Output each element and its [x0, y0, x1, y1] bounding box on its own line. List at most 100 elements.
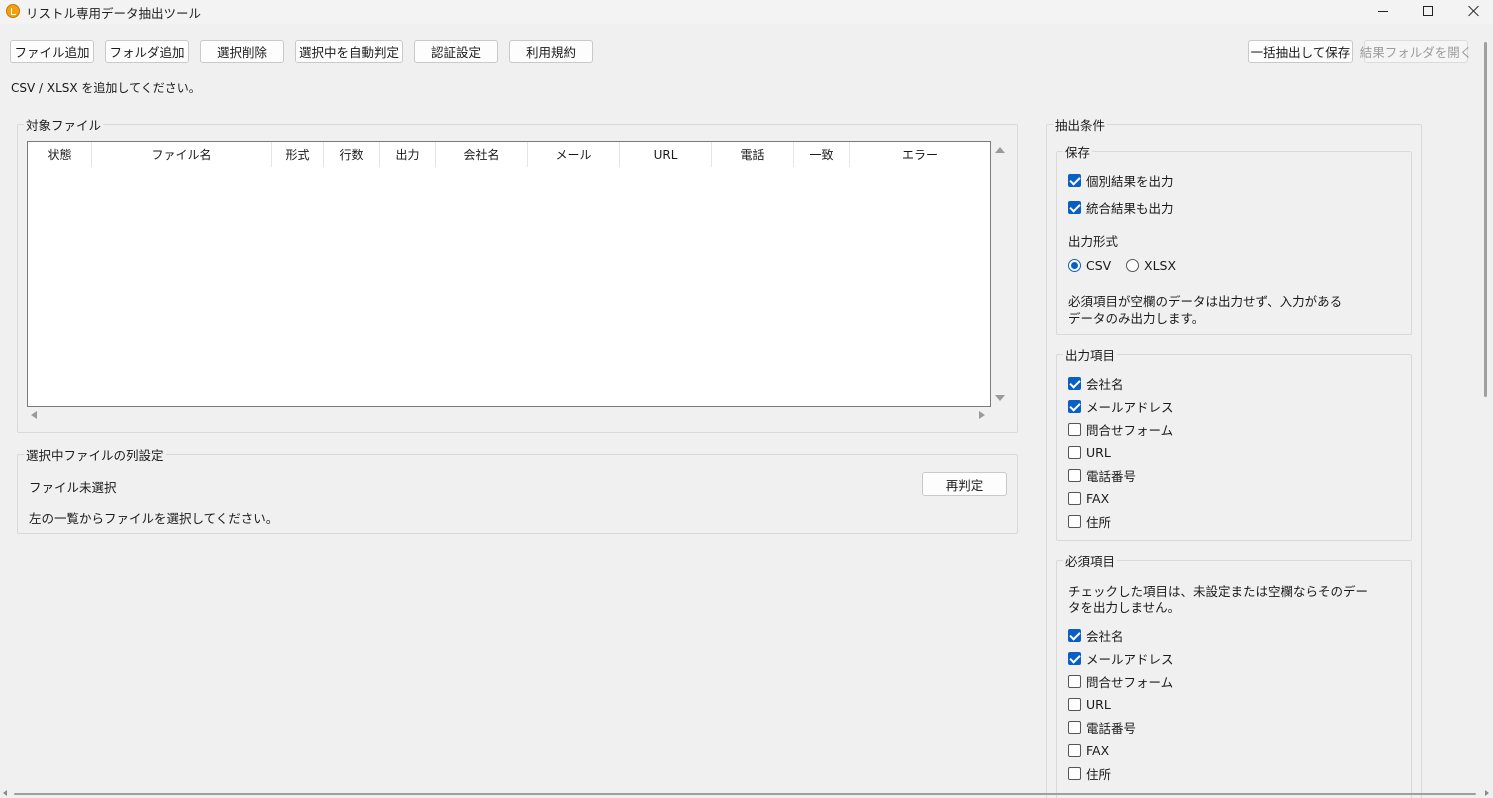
horizontal-scroll-thumb[interactable]: [14, 793, 1476, 795]
required-item-label: 問合せフォーム: [1086, 674, 1174, 690]
app-icon: [6, 4, 20, 18]
output-item-contact-form[interactable]: 問合せフォーム: [1068, 420, 1173, 438]
auto-detect-button[interactable]: 選択中を自動判定: [295, 40, 403, 63]
column-header-status[interactable]: 状態: [28, 142, 92, 167]
required-item-label: 電話番号: [1086, 720, 1137, 736]
scroll-up-icon[interactable]: [995, 147, 1005, 153]
column-settings-instruction: 左の一覧からファイルを選択してください。: [29, 511, 279, 526]
output-item-fax-checkbox[interactable]: [1068, 491, 1081, 505]
column-header-format[interactable]: 形式: [272, 142, 324, 167]
output-item-phone[interactable]: 電話番号: [1068, 466, 1136, 484]
required-item-phone-checkbox[interactable]: [1068, 720, 1081, 734]
output-format-label: 出力形式: [1068, 234, 1119, 249]
close-button[interactable]: [1451, 0, 1493, 22]
vertical-scroll-thumb[interactable]: [1484, 42, 1487, 397]
format-csv-radio[interactable]: [1068, 258, 1081, 272]
column-header-mail[interactable]: メール: [528, 142, 620, 167]
output-item-email[interactable]: メールアドレス: [1068, 397, 1174, 415]
scroll-right-icon[interactable]: [979, 411, 985, 419]
required-item-fax[interactable]: FAX: [1068, 741, 1109, 759]
required-item-url-checkbox[interactable]: [1068, 697, 1081, 711]
maximize-icon: [1423, 6, 1433, 16]
add-file-button[interactable]: ファイル追加: [10, 40, 94, 63]
rejudge-button[interactable]: 再判定: [922, 472, 1007, 496]
terms-button[interactable]: 利用規約: [509, 40, 593, 63]
minimize-icon: [1378, 10, 1388, 12]
column-header-match[interactable]: 一致: [794, 142, 850, 167]
output-item-phone-checkbox[interactable]: [1068, 468, 1081, 482]
add-folder-button[interactable]: フォルダ追加: [105, 40, 189, 63]
required-item-phone[interactable]: 電話番号: [1068, 718, 1136, 736]
target-files-legend: 対象ファイル: [26, 118, 102, 133]
open-result-folder-button[interactable]: 結果フォルダを開く: [1360, 40, 1472, 63]
output-item-fax[interactable]: FAX: [1068, 489, 1109, 507]
output-items-legend: 出力項目: [1065, 348, 1116, 363]
column-header-rows[interactable]: 行数: [324, 142, 380, 167]
format-xlsx-option[interactable]: XLSX: [1126, 256, 1176, 274]
format-csv-option[interactable]: CSV: [1068, 256, 1111, 274]
column-header-company[interactable]: 会社名: [436, 142, 528, 167]
scroll-down-icon[interactable]: [995, 395, 1005, 401]
required-item-contact-form[interactable]: 問合せフォーム: [1068, 672, 1173, 690]
file-table[interactable]: 状態 ファイル名 形式 行数 出力 会社名 メール URL 電話 一致 エラー: [27, 141, 991, 407]
individual-output-label: 個別結果を出力: [1086, 173, 1174, 189]
output-item-contact-form-checkbox[interactable]: [1068, 422, 1081, 436]
output-item-email-checkbox[interactable]: [1068, 399, 1081, 413]
required-item-email[interactable]: メールアドレス: [1068, 649, 1174, 667]
individual-output-checkbox[interactable]: [1068, 173, 1081, 187]
required-item-label: FAX: [1086, 742, 1110, 758]
format-csv-label: CSV: [1086, 257, 1112, 273]
required-item-email-checkbox[interactable]: [1068, 651, 1081, 665]
combined-output-checkbox[interactable]: [1068, 200, 1081, 214]
output-item-label: 会社名: [1086, 376, 1124, 392]
title-bar: リストル専用データ抽出ツール: [0, 0, 1493, 24]
combined-output-option[interactable]: 統合結果も出力: [1068, 198, 1174, 216]
maximize-button[interactable]: [1405, 0, 1451, 22]
file-selection-status: ファイル未選択: [29, 480, 117, 495]
column-header-phone[interactable]: 電話: [712, 142, 794, 167]
column-header-filename[interactable]: ファイル名: [92, 142, 272, 167]
scroll-right-icon[interactable]: [1485, 790, 1489, 796]
batch-extract-button[interactable]: 一括抽出して保存: [1248, 40, 1353, 63]
required-items-legend: 必須項目: [1065, 554, 1116, 569]
required-item-label: メールアドレス: [1086, 651, 1174, 667]
output-item-company-checkbox[interactable]: [1068, 376, 1081, 390]
output-item-url-checkbox[interactable]: [1068, 445, 1081, 459]
table-header: 状態 ファイル名 形式 行数 出力 会社名 メール URL 電話 一致 エラー: [28, 142, 990, 168]
window-horizontal-scrollbar[interactable]: [0, 788, 1493, 798]
required-item-address[interactable]: 住所: [1068, 764, 1111, 782]
required-item-url[interactable]: URL: [1068, 695, 1111, 713]
close-icon: [1468, 5, 1480, 17]
format-xlsx-radio[interactable]: [1126, 258, 1139, 272]
required-item-fax-checkbox[interactable]: [1068, 743, 1081, 757]
minimize-button[interactable]: [1360, 0, 1406, 22]
required-note-line2: タを出力しません。: [1068, 600, 1181, 615]
required-item-company-checkbox[interactable]: [1068, 628, 1081, 642]
column-header-error[interactable]: エラー: [850, 142, 990, 167]
output-item-company[interactable]: 会社名: [1068, 374, 1124, 392]
column-header-output[interactable]: 出力: [380, 142, 436, 167]
required-item-label: URL: [1086, 696, 1111, 712]
required-item-label: 住所: [1086, 766, 1112, 782]
individual-output-option[interactable]: 個別結果を出力: [1068, 171, 1174, 189]
required-item-address-checkbox[interactable]: [1068, 766, 1081, 780]
scroll-left-icon[interactable]: [3, 790, 7, 796]
table-horizontal-scrollbar[interactable]: [27, 409, 991, 421]
remove-selected-button[interactable]: 選択削除: [200, 40, 284, 63]
required-item-contact-form-checkbox[interactable]: [1068, 674, 1081, 688]
auth-settings-button[interactable]: 認証設定: [414, 40, 498, 63]
required-item-label: 会社名: [1086, 628, 1124, 644]
save-note-line2: データのみ出力します。: [1068, 311, 1205, 326]
required-item-company[interactable]: 会社名: [1068, 626, 1124, 644]
column-header-url[interactable]: URL: [620, 142, 712, 167]
table-vertical-scrollbar[interactable]: [993, 141, 1005, 407]
scroll-left-icon[interactable]: [31, 411, 37, 419]
output-item-address[interactable]: 住所: [1068, 512, 1111, 530]
column-settings-legend: 選択中ファイルの列設定: [26, 448, 164, 463]
combined-output-label: 統合結果も出力: [1086, 200, 1174, 216]
output-item-label: FAX: [1086, 490, 1110, 506]
output-item-url[interactable]: URL: [1068, 443, 1111, 461]
output-item-label: 住所: [1086, 514, 1112, 530]
output-item-address-checkbox[interactable]: [1068, 514, 1081, 528]
window-vertical-scrollbar[interactable]: [1482, 40, 1490, 790]
